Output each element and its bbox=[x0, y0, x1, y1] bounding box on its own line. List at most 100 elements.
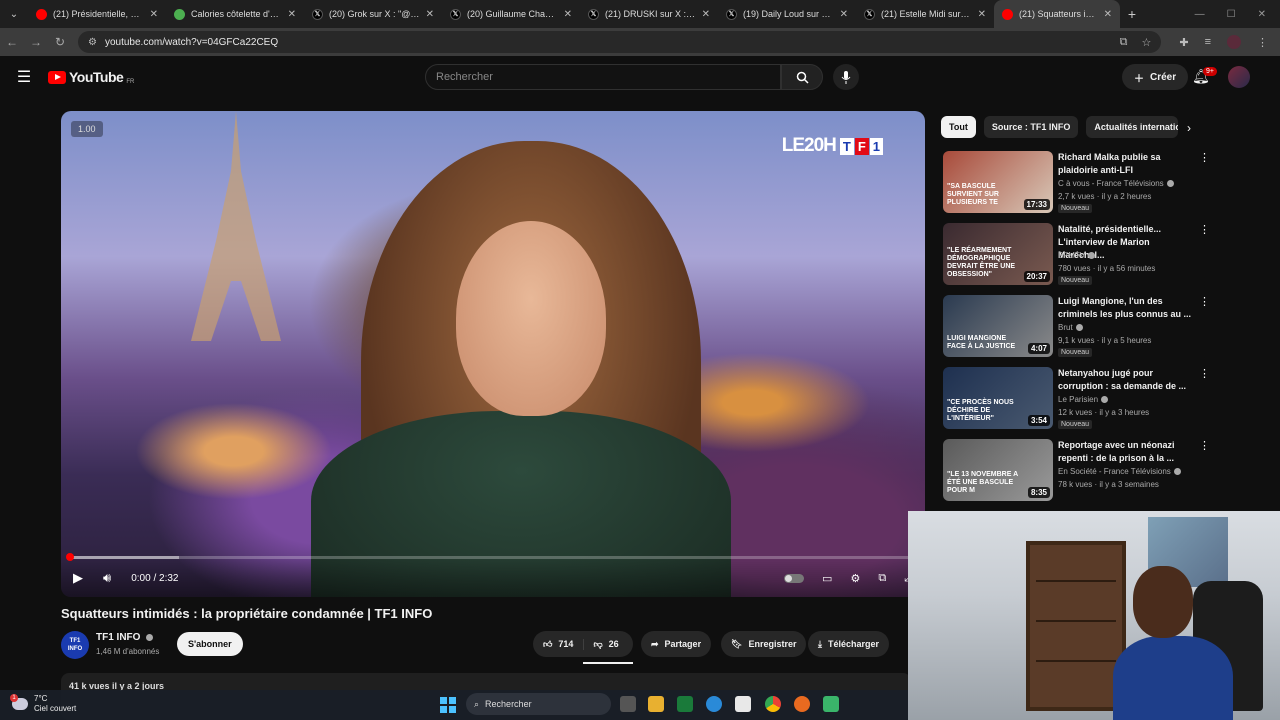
tab-close-icon[interactable]: ✕ bbox=[564, 9, 572, 20]
like-button[interactable]: 👍︎ 714 bbox=[533, 638, 585, 650]
video-thumbnail[interactable]: "SA BASCULE SURVIENT SUR PLUSIEURS TE 17:… bbox=[943, 151, 1053, 213]
profile-avatar[interactable] bbox=[1227, 35, 1241, 49]
weather-widget[interactable]: 7°C Ciel couvert bbox=[10, 694, 76, 714]
tab-search-icon[interactable]: ⌄ bbox=[0, 0, 28, 28]
tab-close-icon[interactable]: ✕ bbox=[426, 9, 434, 20]
browser-tab[interactable]: Calories côtelette d'agneau ✕ bbox=[166, 0, 304, 28]
recommended-video[interactable]: "Ce procès nous déchire de l'intérieur" 3… bbox=[941, 367, 1271, 433]
tab-close-icon[interactable]: ✕ bbox=[978, 9, 986, 20]
browser-menu-icon[interactable]: ⋮ bbox=[1257, 36, 1268, 49]
tab-close-icon[interactable]: ✕ bbox=[840, 9, 848, 20]
video-thumbnail[interactable]: "LE 13 NOVEMBRE A ÉTÉ UNE BASCULE POUR M… bbox=[943, 439, 1053, 501]
save-button[interactable]: 🔖︎ Enregistrer bbox=[721, 631, 807, 657]
recommended-title[interactable]: Luigi Mangione, l'un des criminels les p… bbox=[1058, 295, 1198, 321]
install-app-icon[interactable]: ⧉ bbox=[1120, 36, 1128, 49]
store-icon[interactable] bbox=[735, 696, 751, 712]
chip-all[interactable]: Tout bbox=[941, 116, 976, 138]
recommended-video[interactable]: Luigi Mangione face à la justice 4:07 Luig… bbox=[941, 295, 1271, 361]
chip-source[interactable]: Source : TF1 INFO bbox=[983, 116, 1079, 138]
recommended-channel[interactable]: En Société - France Télévisions bbox=[1058, 467, 1181, 476]
browser-tabstrip: ⌄ (21) Présidentielle, budge✕Calories cô… bbox=[0, 0, 1280, 28]
search-button[interactable] bbox=[781, 64, 823, 90]
recommended-channel[interactable]: Brut bbox=[1058, 323, 1083, 332]
recommended-title[interactable]: Netanyahou jugé pour corruption : sa dem… bbox=[1058, 367, 1198, 393]
browser-tab[interactable]: 𝕏 (20) Grok sur X : "@raphae ✕ bbox=[304, 0, 442, 28]
forward-icon[interactable]: → bbox=[24, 35, 48, 49]
tab-close-icon[interactable]: ✕ bbox=[150, 9, 158, 20]
chrome-icon[interactable] bbox=[765, 696, 781, 712]
more-options-icon[interactable]: ⋮ bbox=[1199, 295, 1210, 308]
miniplayer-icon[interactable]: ⧉ bbox=[878, 572, 886, 585]
address-bar[interactable]: ⚙ youtube.com/watch?v=04GFCa22CEQ ⧉ ☆ bbox=[78, 31, 1162, 53]
x-favicon-icon: 𝕏 bbox=[450, 8, 461, 20]
recommended-channel[interactable]: BFMTV bbox=[1058, 251, 1096, 260]
browser-tab[interactable]: 𝕏 (21) DRUSKI sur X : "Dude ✕ bbox=[580, 0, 718, 28]
browser-tab[interactable]: 𝕏 (21) Estelle Midi sur X : " ✕ bbox=[856, 0, 994, 28]
reading-list-icon[interactable]: ≡ bbox=[1205, 36, 1211, 48]
windows-start-icon[interactable] bbox=[440, 697, 456, 713]
channel-avatar[interactable]: TF1 INFO bbox=[61, 631, 89, 659]
more-options-icon[interactable]: ⋮ bbox=[1199, 151, 1210, 164]
subscribe-button[interactable]: S'abonner bbox=[177, 632, 243, 656]
download-button[interactable]: ⤓ Télécharger bbox=[808, 631, 890, 657]
dislike-button[interactable]: 👎︎ 26 bbox=[584, 639, 627, 650]
bookmark-star-icon[interactable]: ☆ bbox=[1141, 36, 1151, 49]
nvidia-icon[interactable] bbox=[677, 696, 693, 712]
like-ratio-bar bbox=[583, 662, 633, 664]
tab-title: (20) Grok sur X : "@raphae bbox=[329, 9, 420, 19]
recommended-channel[interactable]: C à vous - France Télévisions bbox=[1058, 179, 1174, 188]
more-options-icon[interactable]: ⋮ bbox=[1199, 439, 1210, 452]
play-icon[interactable]: ▶ bbox=[73, 570, 83, 586]
browser-tab[interactable]: 𝕏 (19) Daily Loud sur X : "2 ✕ bbox=[718, 0, 856, 28]
reload-icon[interactable]: ↻ bbox=[48, 35, 72, 49]
back-icon[interactable]: ← bbox=[0, 35, 24, 49]
app-icon[interactable] bbox=[823, 696, 839, 712]
account-avatar[interactable] bbox=[1228, 66, 1250, 88]
chevron-right-icon[interactable]: › bbox=[1187, 121, 1191, 135]
recommended-channel[interactable]: Le Parisien bbox=[1058, 395, 1109, 404]
taskbar-search[interactable]: ⌕ Rechercher bbox=[466, 693, 611, 715]
settings-gear-icon[interactable]: ⚙ bbox=[850, 572, 860, 585]
browser-tab[interactable]: (21) Présidentielle, budge ✕ bbox=[28, 0, 166, 28]
task-view-icon[interactable] bbox=[620, 696, 636, 712]
minimize-icon[interactable]: — bbox=[1195, 9, 1205, 20]
file-explorer-icon[interactable] bbox=[648, 696, 664, 712]
firefox-icon[interactable] bbox=[794, 696, 810, 712]
recommended-video[interactable]: "SA BASCULE SURVIENT SUR PLUSIEURS TE 17:… bbox=[941, 151, 1271, 217]
share-arrow-icon: ➦ bbox=[651, 638, 659, 649]
more-options-icon[interactable]: ⋮ bbox=[1199, 223, 1210, 236]
tab-close-icon[interactable]: ✕ bbox=[1104, 9, 1112, 20]
youtube-logo[interactable]: YouTube FR bbox=[48, 69, 134, 85]
new-tab-button[interactable]: + bbox=[1120, 6, 1144, 22]
more-options-icon[interactable]: ⋮ bbox=[1199, 367, 1210, 380]
autoplay-toggle[interactable] bbox=[784, 573, 805, 583]
video-thumbnail[interactable]: "Ce procès nous déchire de l'intérieur" 3… bbox=[943, 367, 1053, 429]
edge-icon[interactable] bbox=[706, 696, 722, 712]
share-button[interactable]: ➦ Partager bbox=[641, 631, 712, 657]
tab-title: (21) Présidentielle, budge bbox=[53, 9, 144, 19]
recommended-video[interactable]: "LE 13 NOVEMBRE A ÉTÉ UNE BASCULE POUR M… bbox=[941, 439, 1271, 505]
video-thumbnail[interactable]: Luigi Mangione face à la justice 4:07 bbox=[943, 295, 1053, 357]
close-window-icon[interactable]: ✕ bbox=[1258, 9, 1266, 20]
guide-menu-icon[interactable]: ☰ bbox=[0, 67, 48, 87]
chip-international-news[interactable]: Actualités internatio bbox=[1086, 116, 1179, 138]
thumbnail-caption: "LE 13 NOVEMBRE A ÉTÉ UNE BASCULE POUR M bbox=[947, 471, 1018, 494]
channel-name[interactable]: TF1 INFO bbox=[96, 632, 154, 643]
recommended-title[interactable]: Reportage avec un néonazi repenti : de l… bbox=[1058, 439, 1198, 465]
browser-tab[interactable]: (21) Squatteurs intimidés ✕ bbox=[994, 0, 1120, 28]
site-info-icon[interactable]: ⚙ bbox=[88, 37, 97, 48]
voice-search-button[interactable] bbox=[833, 64, 859, 90]
recommended-video[interactable]: "Le réarmement démographique devrait êtr… bbox=[941, 223, 1271, 289]
maximize-icon[interactable]: ☐ bbox=[1227, 9, 1236, 20]
create-button[interactable]: ＋ Créer bbox=[1122, 64, 1189, 90]
recommended-title[interactable]: Richard Malka publie sa plaidoirie anti-… bbox=[1058, 151, 1198, 177]
tab-close-icon[interactable]: ✕ bbox=[702, 9, 710, 20]
volume-icon[interactable]: 🔊︎ bbox=[103, 570, 111, 586]
search-input[interactable]: Rechercher bbox=[425, 64, 781, 90]
tab-close-icon[interactable]: ✕ bbox=[288, 9, 296, 20]
browser-tab[interactable]: 𝕏 (20) Guillaume Champeau ✕ bbox=[442, 0, 580, 28]
video-thumbnail[interactable]: "Le réarmement démographique devrait êtr… bbox=[943, 223, 1053, 285]
video-player[interactable]: 1.00 LE20H T F 1 ▶ 🔊︎ 0:00 / 2:32 ▭ ⚙ ⧉ … bbox=[61, 111, 925, 597]
extensions-icon[interactable]: ✚ bbox=[1179, 36, 1188, 49]
subtitles-icon[interactable]: ▭ bbox=[822, 572, 832, 585]
